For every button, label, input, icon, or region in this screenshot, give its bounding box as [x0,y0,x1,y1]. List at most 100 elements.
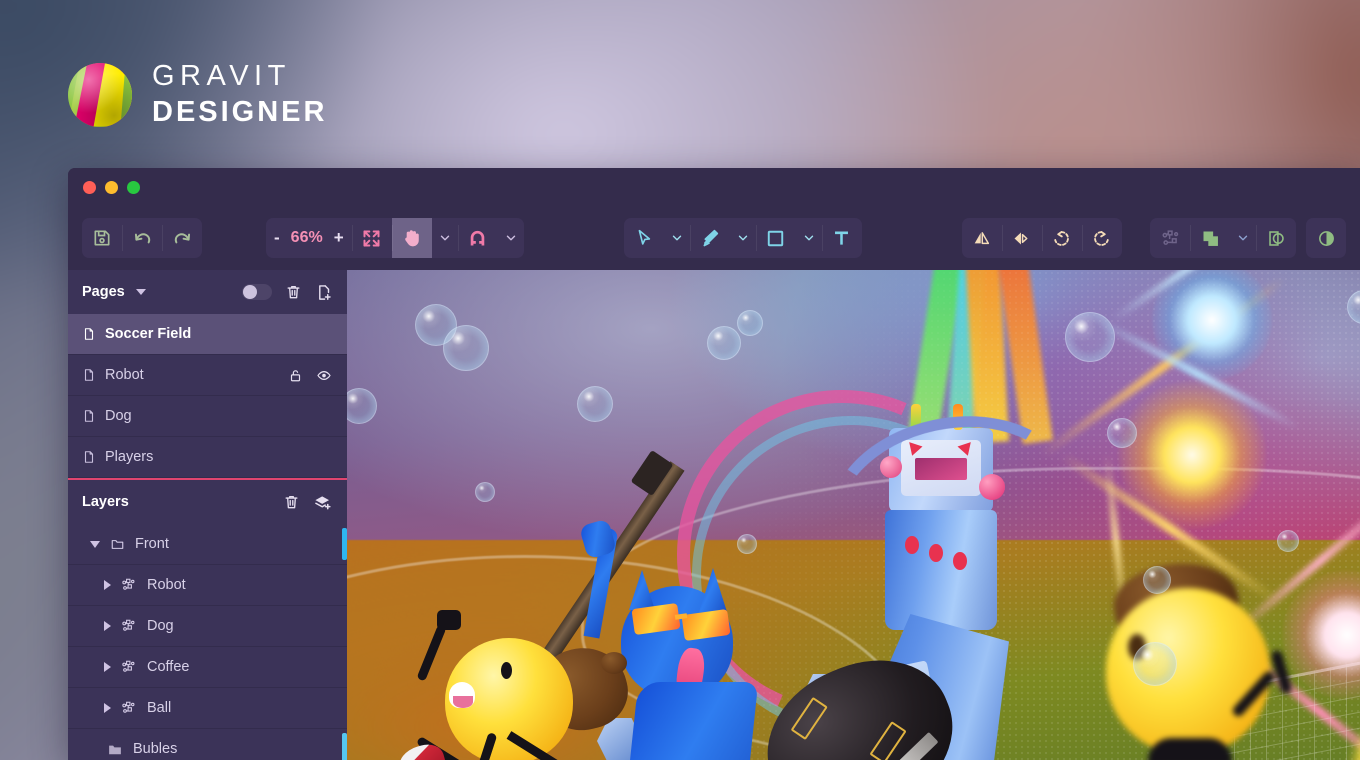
pen-tool-dropdown[interactable] [730,218,756,258]
chevron-expanded-icon[interactable] [90,540,100,548]
layer-item-dog[interactable]: Dog [68,606,347,647]
page-icon [84,410,94,422]
edit-nodes-button[interactable] [1150,218,1190,258]
magnet-snap-icon [470,230,485,245]
half-contrast-button[interactable] [1306,218,1346,258]
layer-label: Coffee [147,659,190,675]
zoom-out-button[interactable]: - [266,228,288,248]
zoom-level-value[interactable]: 66% [288,229,326,247]
hand-tool-button[interactable] [391,218,432,258]
compound-contrast-button[interactable] [1256,218,1296,258]
chevron-down-icon[interactable] [135,289,146,295]
add-page-icon[interactable] [315,283,333,302]
chevron-collapsed-icon[interactable] [104,703,111,713]
pages-panel-header: Pages [68,270,347,314]
trash-icon[interactable] [283,493,300,511]
add-layer-icon[interactable] [313,493,333,512]
window-title-bar [68,168,1360,206]
transform-group [961,218,1122,258]
bubble [737,534,757,554]
node-points-icon [1161,229,1178,245]
guitar-f-hole-upper [790,696,828,741]
text-tool-button[interactable] [821,218,862,258]
window-minimize-button[interactable] [105,180,118,194]
bubble [475,482,495,502]
left-side-panel: Pages Soccer Field Robot Dog Players Lay… [68,270,347,760]
layer-item-bubles[interactable]: Bubles [68,729,347,760]
cursor-arrow-icon [638,229,650,245]
snap-button[interactable] [457,218,498,258]
rotate-ccw-button[interactable] [1041,218,1082,258]
chevron-collapsed-icon[interactable] [104,580,111,590]
flip-horizontal-icon [974,231,990,244]
selection-tool-button[interactable] [624,218,664,258]
grinning-body [1355,714,1360,760]
grinning-character [1347,700,1360,760]
fit-to-screen-button[interactable] [351,218,392,258]
chevron-collapsed-icon[interactable] [104,662,111,672]
bubble [707,326,741,360]
save-button[interactable] [82,218,122,258]
selection-tool-dropdown[interactable] [664,218,690,258]
group-nodes-icon [122,619,135,631]
drawing-tools-group [623,218,862,258]
pages-visibility-toggle[interactable] [242,284,272,300]
zoom-in-button[interactable]: + [326,228,352,248]
unlock-icon[interactable] [288,367,303,384]
bubble [1133,642,1177,686]
layers-list: Front Robot Dog Coffee Ball Bubles [68,524,347,760]
zoom-navigation-group: - 66% + [266,218,524,258]
brand-name-line1: GRAVIT [152,60,291,92]
group-nodes-icon [122,701,135,713]
background-egg-character [1092,553,1322,760]
flip-vertical-button[interactable] [1001,218,1042,258]
page-label: Robot [105,367,144,383]
egg-eye [501,662,512,679]
shape-contrast-icon [1268,230,1284,246]
rectangle-icon [767,230,784,246]
guitar-f-hole-lower [869,721,907,760]
layer-label: Bubles [133,741,178,757]
boolean-union-button[interactable] [1190,218,1230,258]
bubble [1143,566,1171,594]
page-label: Dog [105,408,132,424]
chevron-down-icon [440,235,449,241]
boolean-union-dropdown[interactable] [1230,218,1256,258]
chevron-down-icon [672,235,681,241]
artboard-canvas[interactable] [347,270,1360,760]
rectangle-tool-dropdown[interactable] [796,218,822,258]
page-item-players[interactable]: Players [68,437,347,478]
file-actions-group [82,218,202,258]
rectangle-tool-button[interactable] [755,218,796,258]
redo-arrow-icon [174,232,190,243]
main-toolbar: - 66% + [68,206,1360,270]
layer-item-ball[interactable]: Ball [68,688,347,729]
layer-accent-bar [342,528,347,560]
redo-button[interactable] [162,218,202,258]
trash-icon[interactable] [285,283,302,301]
folder-solid-icon [109,745,121,754]
chevron-down-icon [506,235,515,241]
page-item-robot[interactable]: Robot [68,355,347,396]
page-icon [84,369,94,381]
layer-accent-bar [342,733,347,760]
layers-panel-title: Layers [82,494,129,510]
hand-tool-dropdown[interactable] [432,218,458,258]
page-item-dog[interactable]: Dog [68,396,347,437]
eye-visible-icon[interactable] [315,368,333,383]
layer-item-front[interactable]: Front [68,524,347,565]
window-zoom-button[interactable] [127,180,140,194]
window-close-button[interactable] [83,180,96,194]
layer-item-robot[interactable]: Robot [68,565,347,606]
snap-dropdown[interactable] [498,218,524,258]
undo-button[interactable] [122,218,162,258]
flip-horizontal-button[interactable] [962,218,1002,258]
layer-item-coffee[interactable]: Coffee [68,647,347,688]
bubble [1277,530,1299,552]
bubble [1065,312,1115,362]
pen-tool-button[interactable] [689,218,730,258]
gravit-ball-logo [68,62,132,127]
rotate-cw-button[interactable] [1081,218,1122,258]
chevron-collapsed-icon[interactable] [104,621,111,631]
page-item-soccer-field[interactable]: Soccer Field [68,314,347,355]
